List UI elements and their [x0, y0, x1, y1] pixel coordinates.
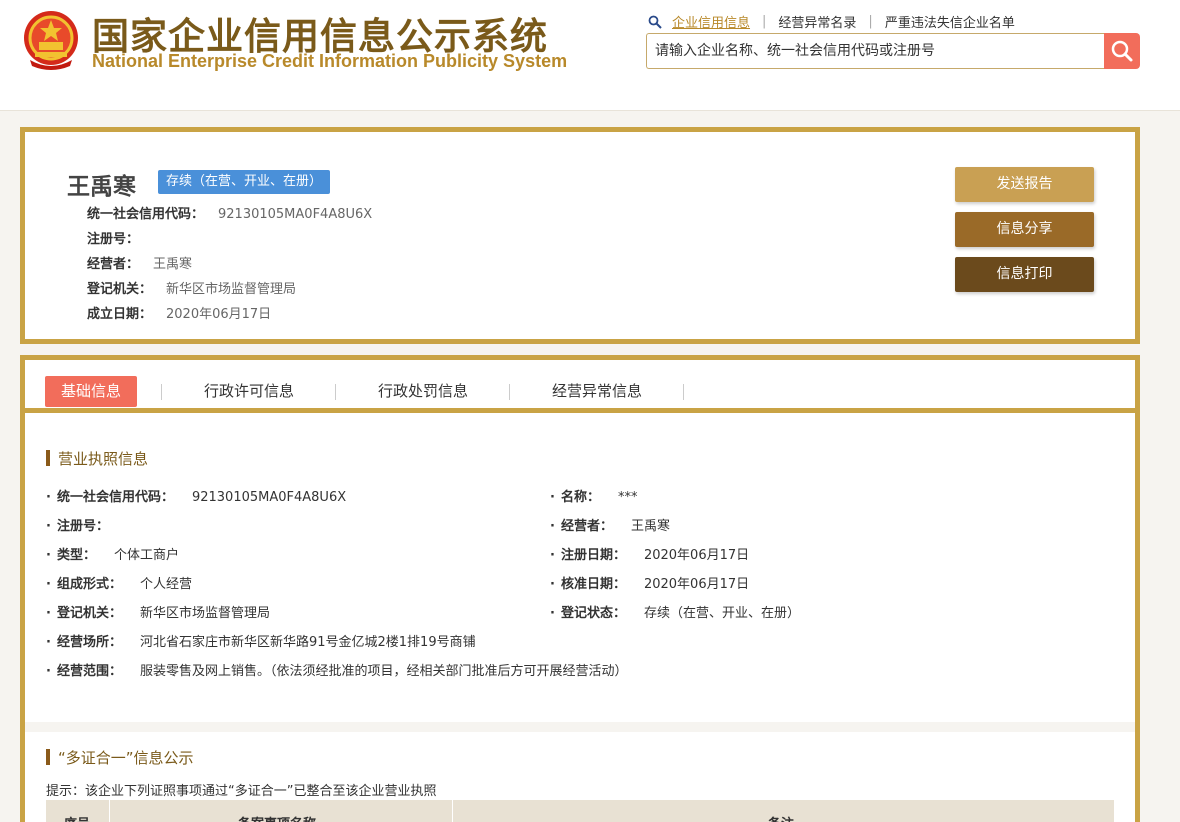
search-icon: [648, 15, 662, 29]
print-info-button[interactable]: 信息打印: [955, 257, 1094, 292]
tab-separator: [683, 384, 684, 400]
send-report-button[interactable]: 发送报告: [955, 167, 1094, 202]
field-type: · 类型： 个体工商户: [46, 548, 179, 563]
tab-abnormal-info[interactable]: 经营异常信息: [552, 376, 642, 407]
detail-panel: 基础信息 行政许可信息 行政处罚信息 经营异常信息 营业执照信息 · 统一社会信用…: [20, 355, 1140, 822]
field-reg-status: · 登记状态： 存续（在营、开业、在册）: [550, 606, 800, 621]
column-header-remark: 备注: [768, 813, 794, 822]
nav-link-abnormal-list[interactable]: 经营异常名录: [778, 12, 856, 31]
tab-basic-info[interactable]: 基础信息: [45, 376, 138, 407]
site-header: 国家企业信用信息公示系统 National Enterprise Credit …: [0, 0, 1180, 111]
summary-row-established: 成立日期： 2020年06月17日: [87, 307, 272, 322]
nav-separator: |: [762, 14, 767, 29]
field-approve-date: · 核准日期： 2020年06月17日: [550, 577, 750, 592]
tab-separator: [161, 384, 162, 400]
section-title-multi-cert: “多证合一”信息公示: [46, 747, 194, 768]
field-reg-no: · 注册号：: [46, 519, 109, 534]
field-scope: · 经营范围： 服装零售及网上销售。（依法须经批准的项目，经相关部门批准后方可开展经…: [46, 664, 628, 679]
tab-bar: 基础信息 行政许可信息 行政处罚信息 经营异常信息: [25, 360, 1135, 413]
field-form: · 组成形式： 个人经营: [46, 577, 192, 592]
summary-row-operator: 经营者： 王禹寒: [87, 257, 193, 272]
summary-row-reg-no: 注册号：: [87, 232, 140, 247]
tab-admin-penalty[interactable]: 行政处罚信息: [378, 376, 468, 407]
multi-cert-table-header: 序号 备案事项名称 备注: [46, 800, 1114, 822]
search-button[interactable]: [1104, 33, 1140, 69]
field-reg-date: · 注册日期： 2020年06月17日: [550, 548, 750, 563]
top-nav: 企业信用信息 | 经营异常名录 | 严重违法失信企业名单: [648, 12, 1015, 31]
tab-separator: [509, 384, 510, 400]
share-info-button[interactable]: 信息分享: [955, 212, 1094, 247]
field-address: · 经营场所： 河北省石家庄市新华区新华路91号金亿城2楼1排19号商铺: [46, 635, 476, 650]
nav-link-dishonest-list[interactable]: 严重违法失信企业名单: [885, 12, 1015, 31]
status-badge: 存续（在营、开业、在册）: [158, 170, 331, 194]
field-name: · 名称： ***: [550, 490, 638, 505]
field-credit-code: · 统一社会信用代码： 92130105MA0F4A8U6X: [46, 490, 347, 505]
company-name: 王禹寒: [67, 174, 136, 200]
company-summary-card: 王禹寒 存续（在营、开业、在册） 统一社会信用代码： 92130105MA0F4A…: [20, 127, 1140, 344]
column-separator: [452, 800, 453, 822]
column-header-item-name: 备案事项名称: [238, 813, 316, 822]
field-operator: · 经营者： 王禹寒: [550, 519, 670, 534]
national-emblem-icon: [24, 11, 78, 70]
section-divider: [25, 722, 1135, 732]
tab-admin-license[interactable]: 行政许可信息: [204, 376, 294, 407]
column-separator: [109, 800, 110, 822]
search-box: [646, 33, 1104, 69]
nav-link-credit-info[interactable]: 企业信用信息: [672, 12, 750, 31]
section-title-license: 营业执照信息: [46, 448, 148, 469]
tab-separator: [335, 384, 336, 400]
summary-row-credit-code: 统一社会信用代码： 92130105MA0F4A8U6X: [87, 207, 373, 222]
multi-cert-hint: 提示：该企业下列证照事项通过“多证合一”已整合至该企业营业执照: [46, 784, 437, 799]
summary-row-authority: 登记机关： 新华区市场监督管理局: [87, 282, 297, 297]
column-header-index: 序号: [64, 813, 90, 822]
site-title-en: National Enterprise Credit Information P…: [92, 51, 568, 71]
search-input[interactable]: [647, 34, 1104, 68]
nav-separator: |: [868, 14, 873, 29]
magnifier-icon: [1111, 40, 1133, 62]
field-authority: · 登记机关： 新华区市场监督管理局: [46, 606, 270, 621]
